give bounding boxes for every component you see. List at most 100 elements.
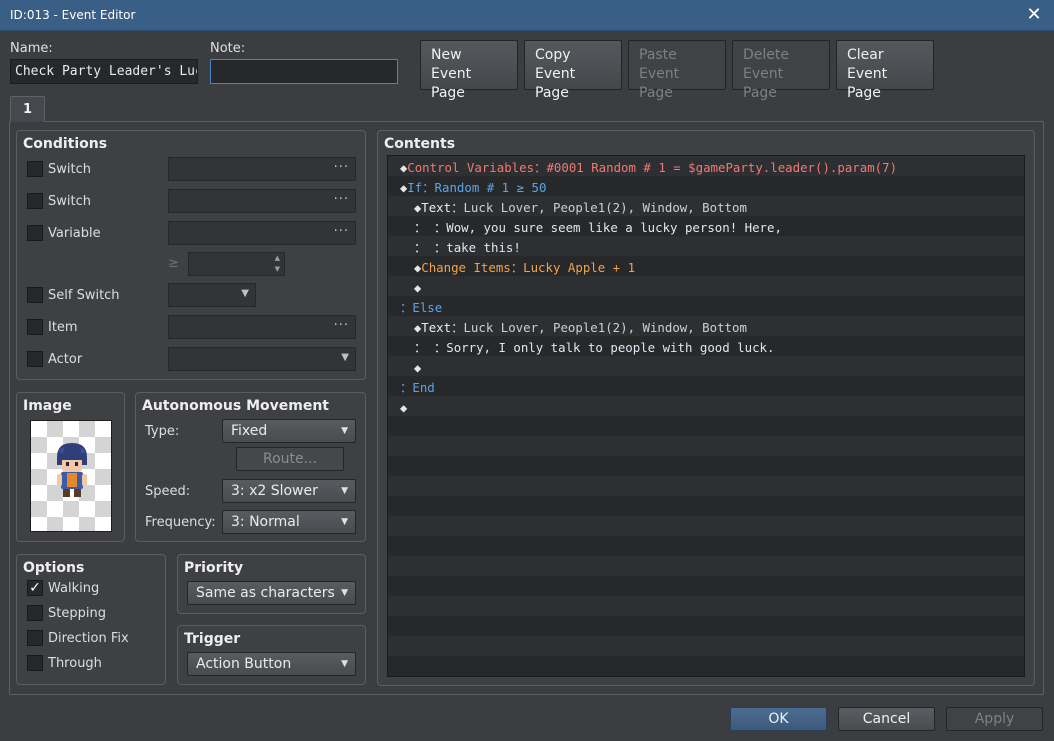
walking-label: Walking bbox=[48, 581, 100, 596]
note-input[interactable] bbox=[210, 59, 398, 84]
note-label: Note: bbox=[210, 41, 246, 56]
delete-event-page-button[interactable]: Delete Event Page bbox=[732, 40, 830, 101]
self-switch-dropdown[interactable]: ▼ bbox=[168, 283, 256, 307]
switch2-label: Switch bbox=[48, 194, 91, 209]
chevron-down-icon: ▼ bbox=[341, 588, 348, 598]
item-checkbox[interactable] bbox=[27, 319, 43, 335]
command-line[interactable]: ◆If：Random # 1 ≥ 50 bbox=[388, 178, 1024, 198]
switch2-checkbox[interactable] bbox=[27, 193, 43, 209]
direction-fix-label: Direction Fix bbox=[48, 631, 129, 646]
command-line[interactable]: ◆ bbox=[388, 358, 1024, 378]
copy-event-page-line2: Event Page bbox=[535, 66, 576, 101]
ellipsis-icon: ··· bbox=[333, 192, 349, 207]
chevron-down-icon: ▼ bbox=[341, 352, 349, 363]
new-event-page-line1: New bbox=[431, 47, 462, 63]
command-text: ：End bbox=[400, 380, 435, 395]
command-line[interactable]: ◆ bbox=[388, 398, 1024, 418]
paste-event-page-line1: Paste bbox=[639, 47, 677, 63]
paste-event-page-line2: Event Page bbox=[639, 66, 680, 101]
command-text: ： ：Wow, you sure seem like a lucky perso… bbox=[414, 220, 782, 235]
new-event-page-button[interactable]: New Event Page bbox=[420, 40, 518, 101]
command-line[interactable]: ：End bbox=[388, 378, 1024, 398]
chevron-down-icon: ▼ bbox=[341, 659, 348, 669]
actor-dropdown[interactable]: ▼ bbox=[168, 347, 356, 371]
copy-event-page-button[interactable]: Copy Event Page bbox=[524, 40, 622, 101]
ok-button[interactable]: OK bbox=[730, 707, 827, 731]
autonomous-movement-title: Autonomous Movement bbox=[142, 398, 329, 414]
switch1-checkbox[interactable] bbox=[27, 161, 43, 177]
image-selector[interactable] bbox=[30, 420, 112, 532]
frequency-dropdown[interactable]: 3: Normal ▼ bbox=[222, 510, 356, 534]
route-label: Route... bbox=[263, 451, 317, 467]
close-icon[interactable]: ✕ bbox=[1024, 4, 1044, 25]
tab-page-1[interactable]: 1 bbox=[10, 96, 45, 122]
through-checkbox[interactable] bbox=[27, 655, 43, 671]
actor-label: Actor bbox=[48, 352, 83, 367]
command-line[interactable]: ◆ bbox=[388, 278, 1024, 298]
apply-button[interactable]: Apply bbox=[946, 707, 1043, 731]
speed-label: Speed: bbox=[145, 484, 191, 499]
trigger-title: Trigger bbox=[184, 631, 241, 647]
priority-title: Priority bbox=[184, 560, 244, 576]
walking-checkbox[interactable]: ✓ bbox=[27, 580, 43, 596]
speed-dropdown[interactable]: 3: x2 Slower ▼ bbox=[222, 479, 356, 503]
command-text: If：Random # 1 ≥ 50 bbox=[407, 180, 547, 195]
name-label: Name: bbox=[10, 41, 53, 56]
item-field[interactable]: ··· bbox=[168, 315, 356, 339]
variable-value-spinner[interactable]: ▲ ▼ bbox=[188, 252, 285, 276]
stepping-checkbox[interactable] bbox=[27, 605, 43, 621]
frequency-label: Frequency: bbox=[145, 515, 216, 530]
route-button[interactable]: Route... bbox=[236, 447, 344, 471]
self-switch-label: Self Switch bbox=[48, 288, 120, 303]
priority-dropdown[interactable]: Same as characters ▼ bbox=[187, 581, 356, 605]
options-title: Options bbox=[23, 560, 85, 576]
diamond-icon: ◆ bbox=[400, 401, 408, 415]
event-command-list[interactable]: ◆ Control Variables：#0001 Random # 1 = $g… bbox=[387, 155, 1025, 677]
cancel-button[interactable]: Cancel bbox=[838, 707, 935, 731]
ellipsis-icon: ··· bbox=[333, 224, 349, 239]
switch2-field[interactable]: ··· bbox=[168, 189, 356, 213]
command-line[interactable]: ◆Control Variables：#0001 Random # 1 = $g… bbox=[388, 158, 1024, 178]
name-input[interactable]: Check Party Leader's Luck bbox=[10, 59, 198, 84]
actor-checkbox[interactable] bbox=[27, 351, 43, 367]
command-line[interactable]: ：Else bbox=[388, 298, 1024, 318]
command-line[interactable]: ◆Change Items：Lucky Apple + 1 bbox=[388, 258, 1024, 278]
item-label: Item bbox=[48, 320, 78, 335]
command-text: Change Items：Lucky Apple + 1 bbox=[421, 260, 636, 275]
command-text: ：Else bbox=[400, 300, 443, 315]
ellipsis-icon: ··· bbox=[333, 160, 349, 175]
copy-event-page-line1: Copy bbox=[535, 47, 571, 63]
title-bar: ID:013 - Event Editor ✕ bbox=[0, 0, 1054, 31]
command-line[interactable]: ： ：Sorry, I only talk to people with goo… bbox=[388, 338, 1024, 358]
greater-equal-label: ≥ bbox=[168, 256, 179, 271]
trigger-dropdown[interactable]: Action Button ▼ bbox=[187, 652, 356, 676]
self-switch-checkbox[interactable] bbox=[27, 287, 43, 303]
paste-event-page-button[interactable]: Paste Event Page bbox=[628, 40, 726, 101]
clear-event-page-button[interactable]: Clear Event Page bbox=[836, 40, 934, 101]
speed-value: 3: x2 Slower bbox=[231, 483, 318, 499]
contents-title: Contents bbox=[384, 136, 456, 152]
command-text: ：Luck Lover, People1(2), Window, Bottom bbox=[451, 200, 747, 215]
switch1-field[interactable]: ··· bbox=[168, 157, 356, 181]
chevron-down-icon: ▼ bbox=[341, 486, 348, 496]
direction-fix-checkbox[interactable] bbox=[27, 630, 43, 646]
type-value: Fixed bbox=[231, 423, 268, 439]
variable-field[interactable]: ··· bbox=[168, 221, 356, 245]
command-line[interactable]: ◆Text：Luck Lover, People1(2), Window, Bo… bbox=[388, 318, 1024, 338]
new-event-page-line2: Event Page bbox=[431, 66, 472, 101]
spinner-arrows-icon[interactable]: ▲ ▼ bbox=[275, 253, 280, 275]
variable-checkbox[interactable] bbox=[27, 225, 43, 241]
clear-event-page-line2: Event Page bbox=[847, 66, 888, 101]
chevron-down-icon: ▼ bbox=[241, 288, 249, 299]
command-line[interactable]: ： ：Wow, you sure seem like a lucky perso… bbox=[388, 218, 1024, 238]
type-label: Type: bbox=[145, 424, 180, 439]
image-title: Image bbox=[23, 398, 72, 414]
delete-event-page-line1: Delete bbox=[743, 47, 789, 63]
switch1-label: Switch bbox=[48, 162, 91, 177]
window-title: ID:013 - Event Editor bbox=[10, 8, 136, 22]
diamond-icon: ◆ bbox=[414, 361, 422, 375]
command-line[interactable]: ◆Text：Luck Lover, People1(2), Window, Bo… bbox=[388, 198, 1024, 218]
command-text: ：Luck Lover, People1(2), Window, Bottom bbox=[451, 320, 747, 335]
command-line[interactable]: ： ：take this! bbox=[388, 238, 1024, 258]
type-dropdown[interactable]: Fixed ▼ bbox=[222, 419, 356, 443]
